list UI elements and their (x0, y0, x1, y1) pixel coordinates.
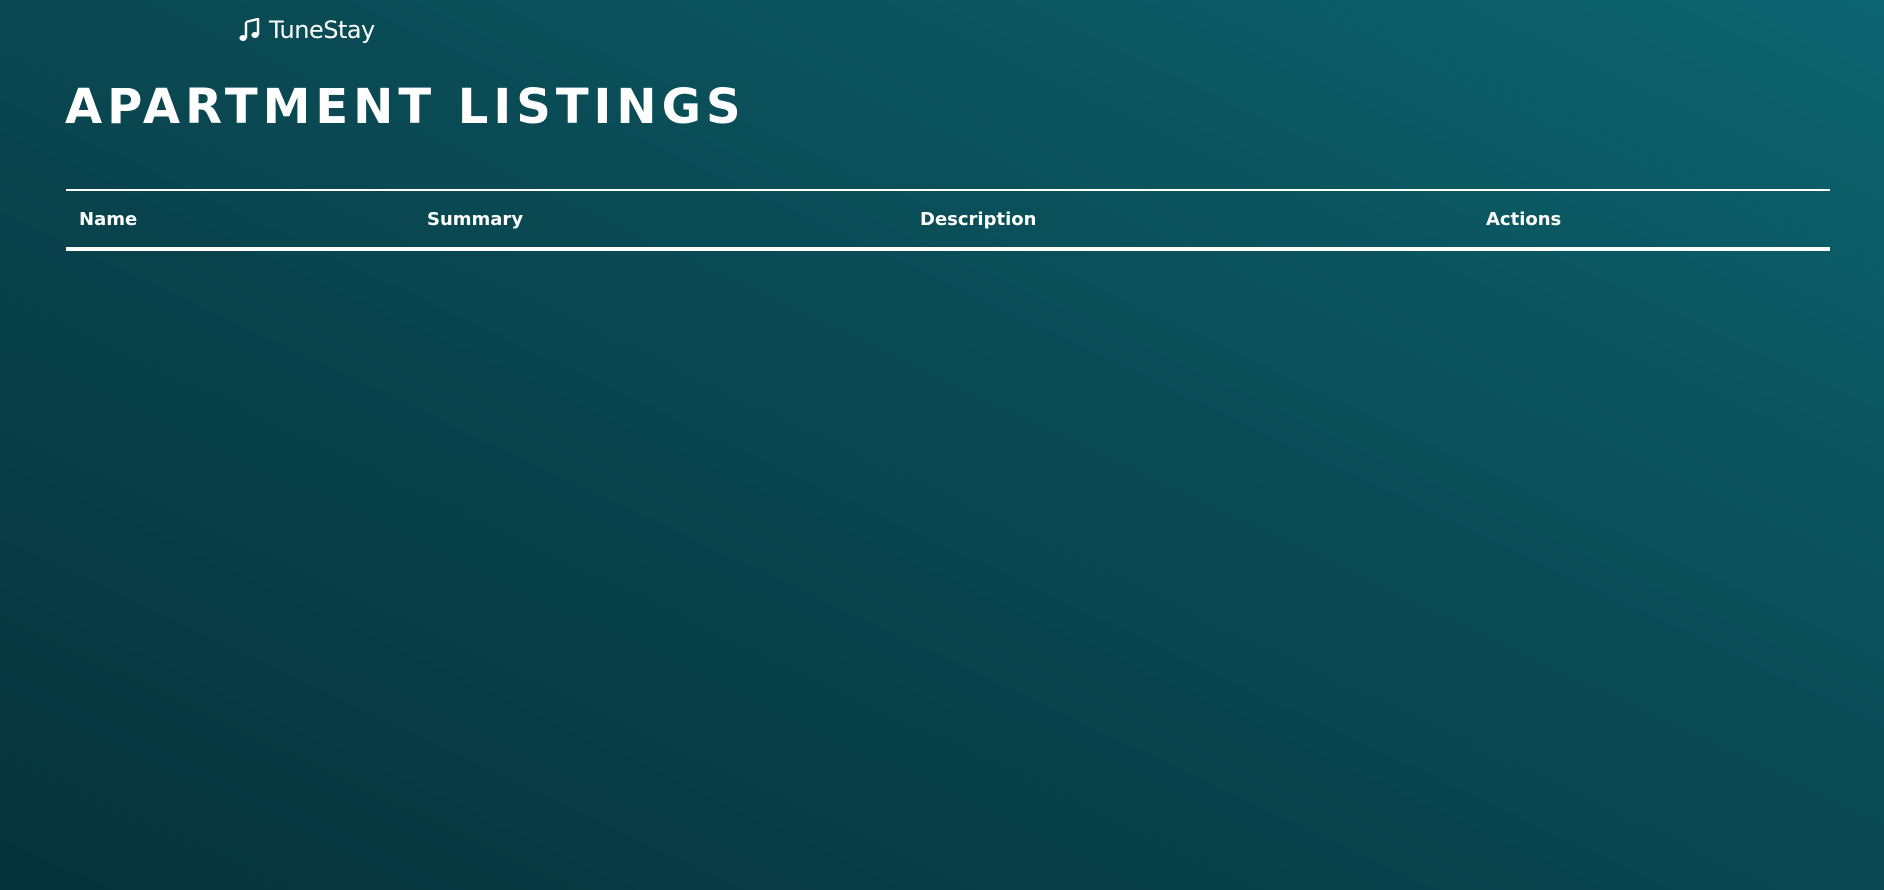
column-header-name: Name (79, 208, 138, 230)
table-header-row: Name Summary Description Actions (66, 190, 1830, 249)
column-header-actions: Actions (1486, 208, 1562, 230)
music-note-icon (239, 18, 260, 41)
brand-link[interactable]: TuneStay (238, 16, 375, 44)
listings-table: Name Summary Description Actions (66, 189, 1830, 251)
column-header-description: Description (920, 208, 1037, 230)
brand-name: TuneStay (269, 16, 375, 44)
page-title: APARTMENT LISTINGS (65, 79, 746, 135)
table-header: Name Summary Description Actions (66, 190, 1830, 249)
column-header-summary: Summary (427, 208, 524, 230)
